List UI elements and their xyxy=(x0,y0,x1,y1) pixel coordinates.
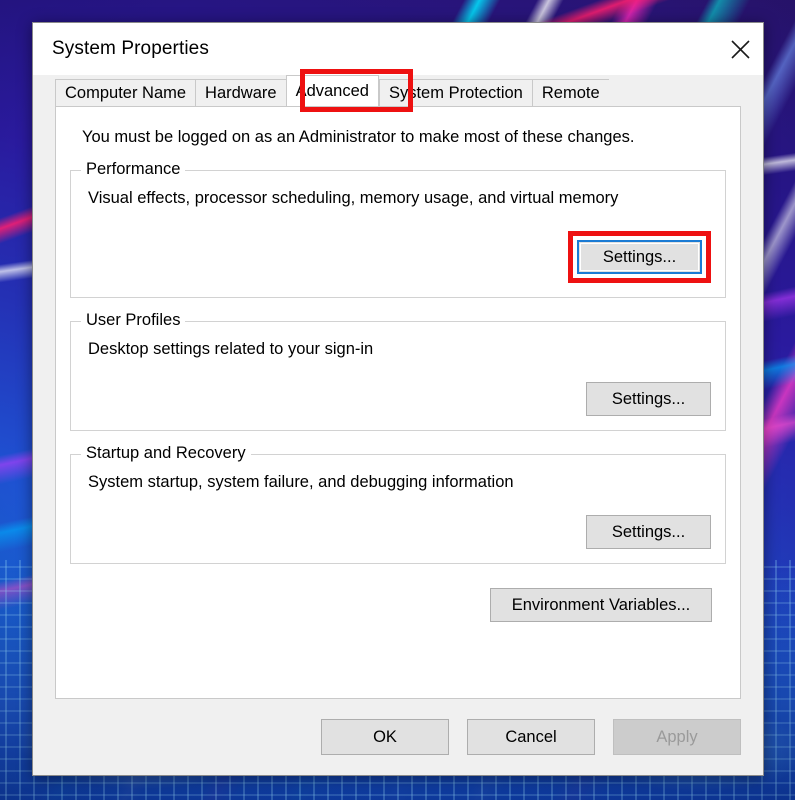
advanced-tab-page: You must be logged on as an Administrato… xyxy=(55,106,741,699)
tab-computer-name[interactable]: Computer Name xyxy=(55,79,196,106)
environment-variables-button[interactable]: Environment Variables... xyxy=(490,588,712,622)
startup-recovery-settings-button[interactable]: Settings... xyxy=(586,515,711,549)
tab-advanced[interactable]: Advanced xyxy=(285,75,379,106)
administrator-note: You must be logged on as an Administrato… xyxy=(82,128,635,146)
window-title: System Properties xyxy=(52,38,209,59)
performance-group: Performance Visual effects, processor sc… xyxy=(70,160,726,298)
performance-group-label: Performance xyxy=(81,160,186,179)
close-button[interactable] xyxy=(717,23,763,75)
performance-settings-button[interactable]: Settings... xyxy=(577,240,702,274)
performance-button-row: Settings... xyxy=(83,231,713,283)
startup-recovery-group-label: Startup and Recovery xyxy=(81,444,251,463)
tab-strip: Computer Name Hardware Advanced System P… xyxy=(55,69,763,112)
startup-recovery-button-row: Settings... xyxy=(83,515,713,549)
close-icon xyxy=(730,39,751,60)
cancel-button[interactable]: Cancel xyxy=(467,719,595,755)
user-profiles-settings-button[interactable]: Settings... xyxy=(586,382,711,416)
user-profiles-description: Desktop settings related to your sign-in xyxy=(88,340,374,358)
dialog-button-bar: OK Cancel Apply xyxy=(33,699,763,775)
apply-button: Apply xyxy=(613,719,741,755)
desktop-background: System Properties Computer Name Hardware… xyxy=(0,0,795,800)
tab-hardware[interactable]: Hardware xyxy=(195,79,286,106)
title-bar: System Properties xyxy=(33,23,763,75)
user-profiles-button-row: Settings... xyxy=(83,382,713,416)
environment-variables-row: Environment Variables... xyxy=(70,588,726,622)
system-properties-dialog: System Properties Computer Name Hardware… xyxy=(32,22,764,776)
ok-button[interactable]: OK xyxy=(321,719,449,755)
user-profiles-group-label: User Profiles xyxy=(81,311,186,330)
tab-remote[interactable]: Remote xyxy=(531,79,609,106)
performance-description: Visual effects, processor scheduling, me… xyxy=(88,189,619,207)
tab-system-protection[interactable]: System Protection xyxy=(378,79,532,106)
startup-recovery-group: Startup and Recovery System startup, sys… xyxy=(70,444,726,564)
user-profiles-group: User Profiles Desktop settings related t… xyxy=(70,311,726,431)
startup-recovery-description: System startup, system failure, and debu… xyxy=(88,473,514,491)
performance-settings-annotation-box: Settings... xyxy=(568,231,711,283)
